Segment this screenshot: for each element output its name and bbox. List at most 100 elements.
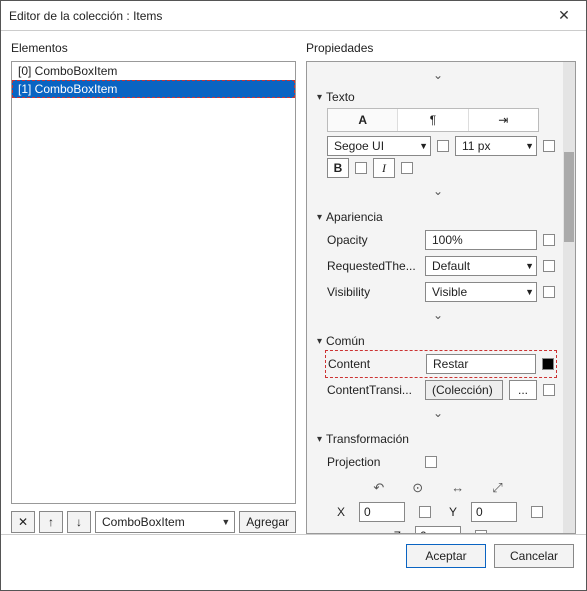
property-marker[interactable] [543, 234, 555, 246]
expand-indicator[interactable]: ⌄ [317, 404, 559, 426]
row-requested-theme: RequestedThe... Default ▼ [327, 254, 555, 278]
elements-column: Elementos [0] ComboBoxItem [1] ComboBoxI… [11, 39, 296, 534]
group-header-texto[interactable]: ▾ Texto [317, 88, 559, 106]
x-icon: ✕ [18, 515, 28, 529]
move-up-button[interactable]: ↑ [39, 511, 63, 533]
elements-list[interactable]: [0] ComboBoxItem [1] ComboBoxItem [11, 61, 296, 504]
elements-title: Elementos [11, 39, 296, 61]
scrollbar-thumb[interactable] [564, 152, 574, 242]
content-transitions-field: (Colección) [425, 380, 503, 400]
requested-theme-combo[interactable]: Default ▼ [425, 256, 537, 276]
collection-editor-button[interactable]: ... [509, 380, 537, 400]
group-title: Texto [326, 90, 355, 104]
list-item[interactable]: [1] ComboBoxItem [12, 80, 295, 98]
expand-icon[interactable]: ⤢ [492, 480, 502, 496]
chevron-down-icon: ▼ [419, 141, 428, 151]
group-comun: ▾ Común Content Restar ContentTransi... [317, 332, 559, 426]
list-item[interactable]: [0] ComboBoxItem [12, 62, 295, 80]
properties-title: Propiedades [306, 39, 576, 61]
chevron-down-icon: ▼ [525, 261, 534, 271]
main-area: Elementos [0] ComboBoxItem [1] ComboBoxI… [1, 31, 586, 534]
font-size-combo[interactable]: 11 px ▼ [455, 136, 537, 156]
chevron-down-icon: ⌄ [433, 406, 443, 420]
property-marker[interactable] [437, 140, 449, 152]
chevron-down-icon: ⌄ [433, 308, 443, 322]
tab-font[interactable]: A [328, 109, 398, 131]
properties-scrollbar[interactable] [563, 62, 575, 533]
property-marker[interactable] [543, 260, 555, 272]
expand-indicator[interactable]: ⌄ [317, 306, 559, 328]
font-style-row: B I [327, 158, 555, 178]
arrow-up-icon: ↑ [48, 515, 54, 529]
label-opacity: Opacity [327, 233, 419, 247]
property-marker[interactable] [355, 162, 367, 174]
group-header-transformacion[interactable]: ▾ Transformación [317, 430, 559, 448]
z-field[interactable]: 0 [415, 526, 461, 533]
row-opacity: Opacity 100% [327, 228, 555, 252]
property-marker[interactable] [543, 286, 555, 298]
expand-indicator[interactable]: ⌄ [317, 182, 559, 204]
property-marker[interactable] [401, 162, 413, 174]
xy-row: X 0 Y 0 [317, 500, 559, 524]
indent-icon: ⇥ [498, 113, 508, 127]
remove-button[interactable]: ✕ [11, 511, 35, 533]
font-row: Segoe UI ▼ 11 px ▼ [327, 136, 555, 156]
add-button[interactable]: Agregar [239, 511, 296, 533]
italic-button[interactable]: I [373, 158, 395, 178]
row-visibility: Visibility Visible ▼ [327, 280, 555, 304]
chevron-down-icon: ⌄ [433, 184, 443, 198]
property-marker[interactable] [425, 456, 437, 468]
scroll-up-indicator: ⌄ [317, 66, 559, 88]
y-field[interactable]: 0 [471, 502, 517, 522]
paragraph-icon: ¶ [430, 113, 436, 127]
properties-column: Propiedades ⌄ ▾ Texto A ¶ ⇥ [306, 39, 576, 534]
triangle-down-icon: ▾ [317, 434, 322, 445]
triangle-down-icon: ▾ [317, 212, 322, 223]
target-icon[interactable]: ⊙ [412, 480, 423, 496]
group-title: Común [326, 334, 365, 348]
group-transformacion: ▾ Transformación Projection ↶ ⊙ ↔ ⤢ X [317, 430, 559, 533]
triangle-down-icon: ▾ [317, 92, 322, 103]
font-family-combo[interactable]: Segoe UI ▼ [327, 136, 431, 156]
close-button[interactable]: ✕ [542, 1, 586, 31]
group-apariencia: ▾ Apariencia Opacity 100% RequestedThe..… [317, 208, 559, 328]
property-marker[interactable] [543, 384, 555, 396]
properties-panel: ⌄ ▾ Texto A ¶ ⇥ Segoe UI [306, 61, 576, 534]
group-title: Apariencia [326, 210, 383, 224]
x-field[interactable]: 0 [359, 502, 405, 522]
label-x: X [333, 505, 345, 519]
z-row: Z 0 [317, 524, 559, 533]
label-visibility: Visibility [327, 285, 419, 299]
row-content-transitions: ContentTransi... (Colección) ... [327, 378, 555, 402]
property-marker[interactable] [531, 506, 543, 518]
combo-value: ComboBoxItem [102, 515, 185, 529]
window-title: Editor de la colección : Items [9, 9, 542, 23]
label-projection: Projection [327, 455, 419, 469]
label-requested-theme: RequestedThe... [327, 259, 419, 273]
move-down-button[interactable]: ↓ [67, 511, 91, 533]
group-header-apariencia[interactable]: ▾ Apariencia [317, 208, 559, 226]
chevron-down-icon: ⌄ [433, 68, 443, 82]
dialog-footer: Aceptar Cancelar [1, 534, 586, 576]
move-icon[interactable]: ↔ [451, 480, 464, 496]
ok-button[interactable]: Aceptar [406, 544, 486, 568]
property-marker[interactable] [419, 506, 431, 518]
content-field[interactable]: Restar [426, 354, 536, 374]
cancel-button[interactable]: Cancelar [494, 544, 574, 568]
undo-icon[interactable]: ↶ [373, 480, 384, 496]
property-marker-set[interactable] [542, 358, 554, 370]
properties-scroll: ⌄ ▾ Texto A ¶ ⇥ Segoe UI [307, 62, 563, 533]
bold-button[interactable]: B [327, 158, 349, 178]
property-marker[interactable] [475, 530, 487, 533]
tab-paragraph[interactable]: ¶ [398, 109, 468, 131]
elements-actions: ✕ ↑ ↓ ComboBoxItem ▼ Agregar [11, 510, 296, 534]
tab-indent[interactable]: ⇥ [469, 109, 538, 131]
group-header-comun[interactable]: ▾ Común [317, 332, 559, 350]
opacity-field[interactable]: 100% [425, 230, 537, 250]
row-projection: Projection [327, 450, 555, 474]
element-type-combo[interactable]: ComboBoxItem ▼ [95, 511, 235, 533]
close-icon: ✕ [558, 7, 570, 24]
group-texto: ▾ Texto A ¶ ⇥ Segoe UI ▼ [317, 88, 559, 204]
visibility-combo[interactable]: Visible ▼ [425, 282, 537, 302]
property-marker[interactable] [543, 140, 555, 152]
